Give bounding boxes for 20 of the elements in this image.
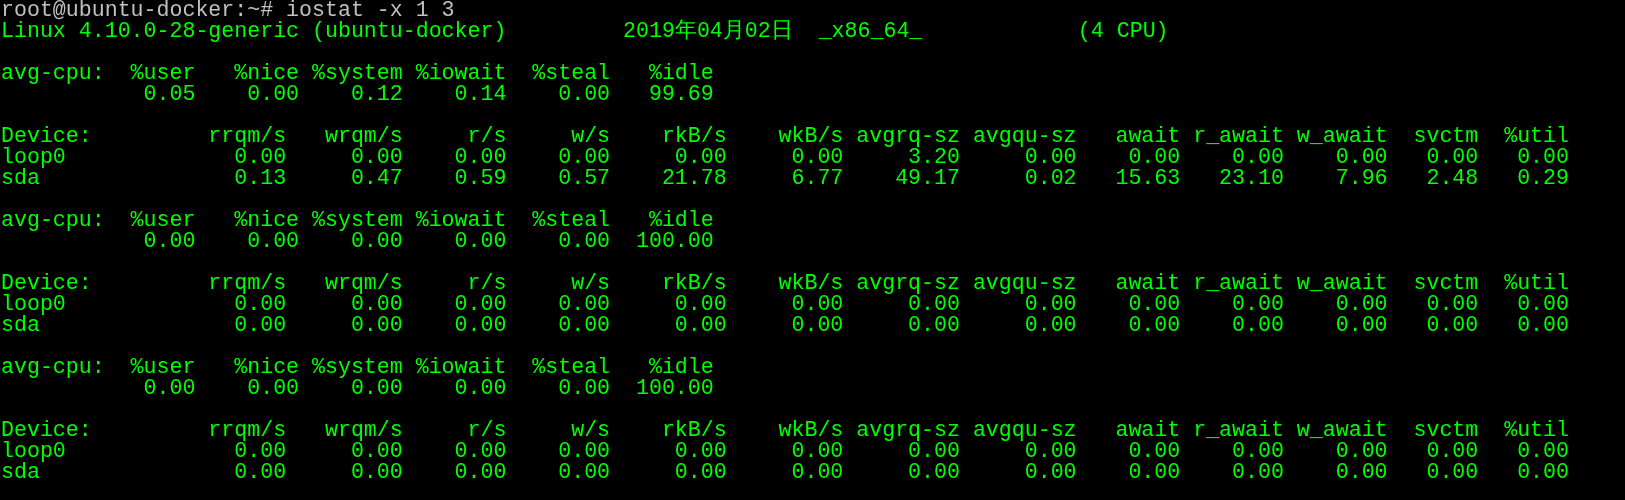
output-line: sda 0.00 0.00 0.00 0.00 0.00 0.00 0.00 0.00 0.00 0.00 0.00 0.00 0.00 xyxy=(1,315,1569,336)
system-info-text: 2019年04月02日 xyxy=(623,19,793,43)
output-line: loop0 0.00 0.00 0.00 0.00 0.00 0.00 0.00 0.00 0.00 0.00 0.00 0.00 0.00 xyxy=(1,441,1569,462)
output-line: loop0 0.00 0.00 0.00 0.00 0.00 0.00 0.00 0.00 0.00 0.00 0.00 0.00 0.00 xyxy=(1,294,1569,315)
system-info-text: Linux 4.10.0-28-generic (ubuntu-docker) xyxy=(1,19,507,43)
output-line: avg-cpu: %user %nice %system %iowait %steal %idle xyxy=(1,210,714,231)
system-info-text: _x86_64_ xyxy=(818,19,923,43)
output-line: sda 0.13 0.47 0.59 0.57 21.78 6.77 49.17 0.02 15.63 23.10 7.96 2.48 0.29 xyxy=(1,168,1569,189)
output-line: Device: rrqm/s wrqm/s r/s w/s rkB/s wkB/s avgrq-sz avgqu-sz await r_await w_await svctm %util xyxy=(1,273,1569,294)
system-info-text: (4 CPU) xyxy=(1077,19,1169,43)
output-line: sda 0.00 0.00 0.00 0.00 0.00 0.00 0.00 0.00 0.00 0.00 0.00 0.00 0.00 xyxy=(1,462,1569,483)
output-line: 0.00 0.00 0.00 0.00 0.00 100.00 xyxy=(142,378,714,399)
output-line: avg-cpu: %user %nice %system %iowait %steal %idle xyxy=(1,63,714,84)
command-prompt: root@ubuntu-docker:~# iostat -x 1 3 xyxy=(1,0,455,21)
output-line: 0.00 0.00 0.00 0.00 0.00 100.00 xyxy=(142,231,714,252)
output-line: Device: rrqm/s wrqm/s r/s w/s rkB/s wkB/s avgrq-sz avgqu-sz await r_await w_await svctm %util xyxy=(1,420,1569,441)
output-line: loop0 0.00 0.00 0.00 0.00 0.00 0.00 3.20 0.00 0.00 0.00 0.00 0.00 0.00 xyxy=(1,147,1569,168)
output-line: Device: rrqm/s wrqm/s r/s w/s rkB/s wkB/s avgrq-sz avgqu-sz await r_await w_await svctm %util xyxy=(1,126,1569,147)
output-line: avg-cpu: %user %nice %system %iowait %steal %idle xyxy=(1,357,714,378)
output-line: 0.05 0.00 0.12 0.14 0.00 99.69 xyxy=(142,84,714,105)
